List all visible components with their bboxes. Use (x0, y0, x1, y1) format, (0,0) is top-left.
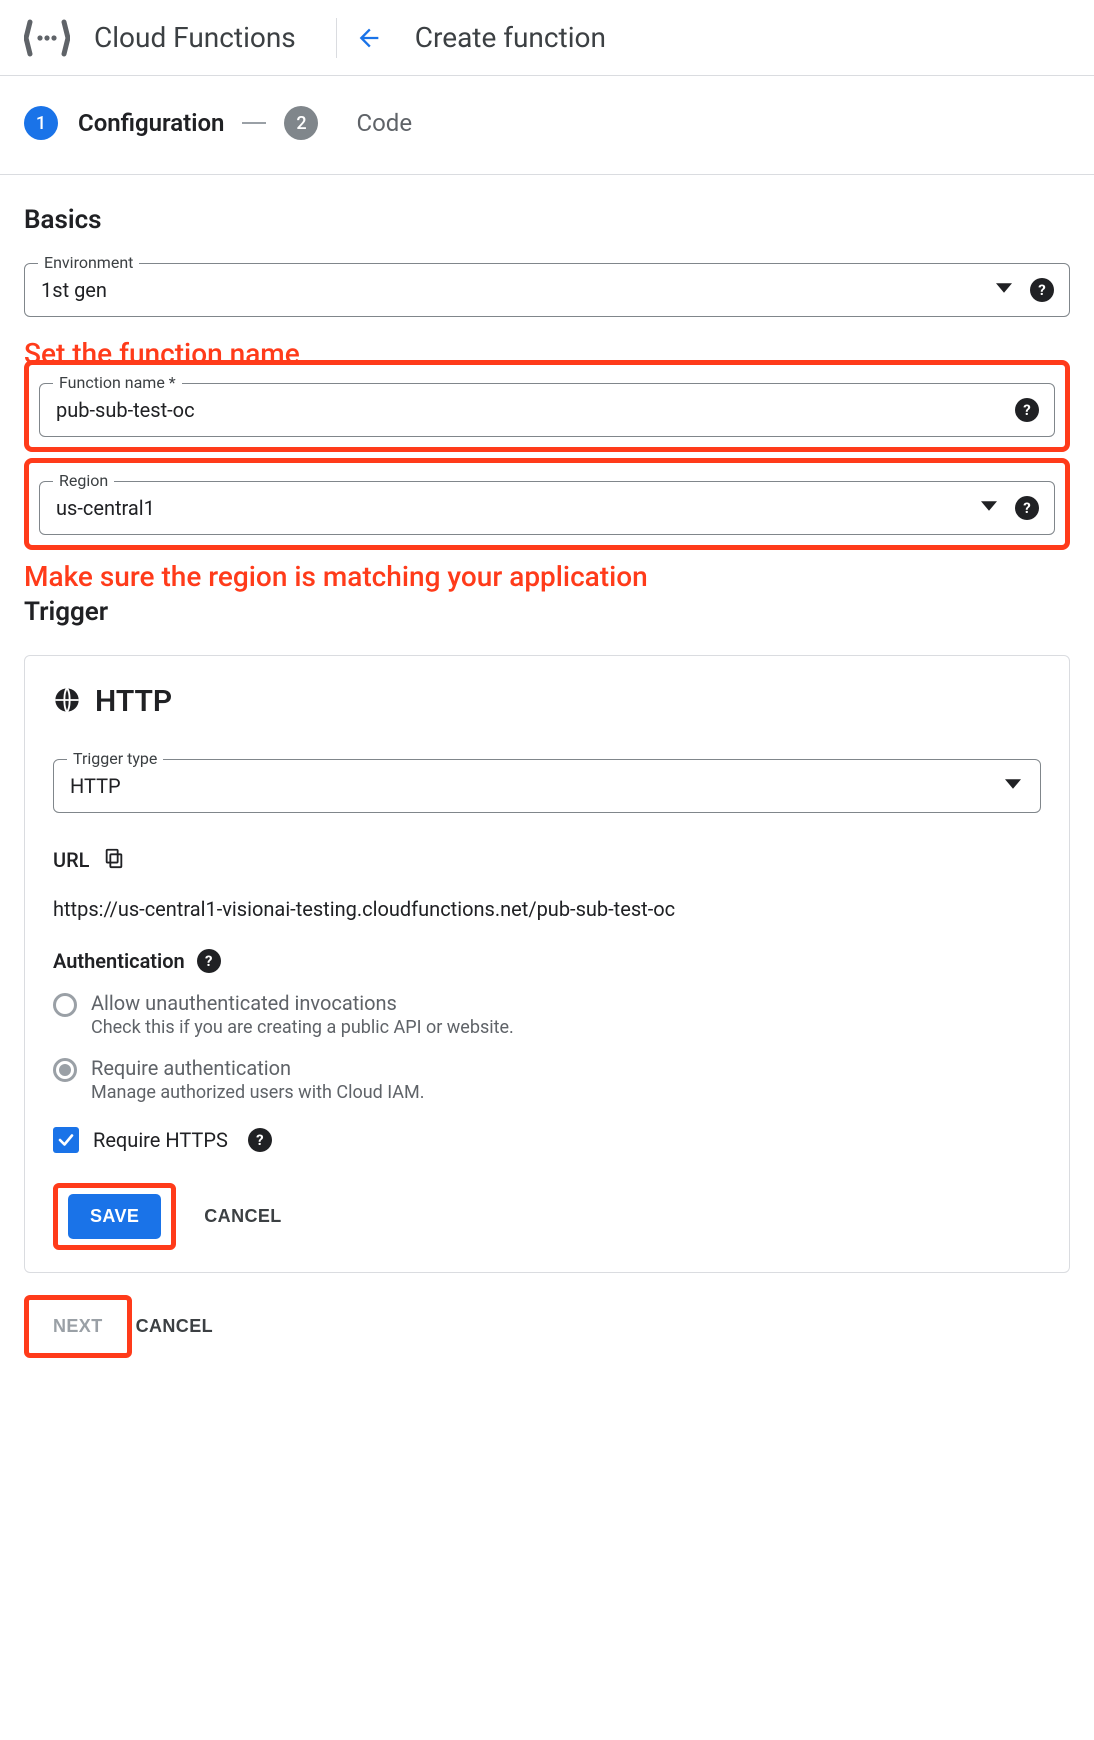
cancel-button-footer[interactable]: CANCEL (136, 1316, 213, 1337)
function-name-field[interactable]: Function name * pub-sub-test-oc ? (39, 383, 1055, 437)
url-value: https://us-central1-visionai-testing.clo… (53, 897, 1041, 921)
page-title: Create function (415, 21, 606, 54)
annotation-region: Make sure the region is matching your ap… (24, 560, 1070, 593)
auth-option-require[interactable]: Require authentication Manage authorized… (53, 1056, 1041, 1103)
step-2-circle[interactable]: 2 (284, 106, 318, 140)
main-content: Basics Environment 1st gen ? Set the fun… (0, 175, 1094, 1398)
annotation-box-function-name: Function name * pub-sub-test-oc ? (24, 360, 1070, 452)
auth-opt2-sub: Manage authorized users with Cloud IAM. (91, 1082, 425, 1103)
region-label: Region (53, 471, 114, 490)
checkbox-checked-icon (53, 1127, 79, 1153)
divider (336, 18, 337, 58)
chevron-down-icon (996, 280, 1012, 300)
help-icon[interactable]: ? (248, 1128, 272, 1152)
chevron-down-icon (981, 498, 997, 518)
require-https-row[interactable]: Require HTTPS ? (53, 1127, 1041, 1153)
step-2-label: Code (356, 109, 412, 137)
annotation-function-name: Set the function name (24, 337, 1070, 370)
region-value: us-central1 (56, 496, 155, 520)
annotation-box-next: NEXT (24, 1295, 132, 1358)
step-connector (242, 122, 266, 124)
function-name-label: Function name * (53, 373, 182, 392)
annotation-box-region: Region us-central1 ? (24, 458, 1070, 550)
cancel-button[interactable]: CANCEL (204, 1206, 281, 1227)
function-name-value: pub-sub-test-oc (56, 398, 195, 422)
help-icon[interactable]: ? (1015, 496, 1039, 520)
trigger-title: Trigger (24, 597, 1070, 627)
stepper: 1 Configuration 2 Code (0, 76, 1094, 175)
next-button[interactable]: NEXT (39, 1306, 117, 1347)
trigger-type-heading: HTTP (95, 684, 172, 719)
step-1-num: 1 (36, 113, 46, 134)
help-icon[interactable]: ? (197, 949, 221, 973)
auth-option-unauthenticated[interactable]: Allow unauthenticated invocations Check … (53, 991, 1041, 1038)
step-1-circle[interactable]: 1 (24, 106, 58, 140)
auth-opt1-sub: Check this if you are creating a public … (91, 1017, 514, 1038)
trigger-type-label: Trigger type (67, 749, 163, 768)
url-label: URL (53, 848, 89, 872)
require-https-label: Require HTTPS (93, 1128, 228, 1152)
globe-icon (53, 686, 81, 718)
environment-value: 1st gen (41, 278, 107, 302)
cloud-functions-icon (24, 16, 70, 60)
auth-opt2-title: Require authentication (91, 1056, 425, 1080)
product-title: Cloud Functions (94, 21, 336, 54)
authentication-title: Authentication (53, 949, 185, 973)
back-arrow-icon[interactable] (355, 24, 383, 52)
radio-unchecked-icon (53, 993, 77, 1017)
save-button[interactable]: SAVE (68, 1194, 161, 1239)
trigger-card: HTTP Trigger type HTTP URL https://us-ce… (24, 655, 1070, 1273)
help-icon[interactable]: ? (1030, 278, 1054, 302)
trigger-type-value: HTTP (70, 774, 121, 798)
copy-icon[interactable] (103, 847, 125, 873)
trigger-type-field[interactable]: Trigger type HTTP (53, 759, 1041, 813)
environment-field[interactable]: Environment 1st gen ? (24, 263, 1070, 317)
annotation-box-save: SAVE (53, 1183, 176, 1250)
chevron-down-icon (1005, 776, 1021, 796)
step-1-label: Configuration (78, 109, 224, 137)
radio-checked-icon (53, 1058, 77, 1082)
app-header: Cloud Functions Create function (0, 0, 1094, 76)
auth-opt1-title: Allow unauthenticated invocations (91, 991, 514, 1015)
basics-title: Basics (24, 205, 1070, 235)
environment-label: Environment (38, 253, 139, 272)
region-field[interactable]: Region us-central1 ? (39, 481, 1055, 535)
help-icon[interactable]: ? (1015, 398, 1039, 422)
step-2-num: 2 (296, 113, 306, 134)
